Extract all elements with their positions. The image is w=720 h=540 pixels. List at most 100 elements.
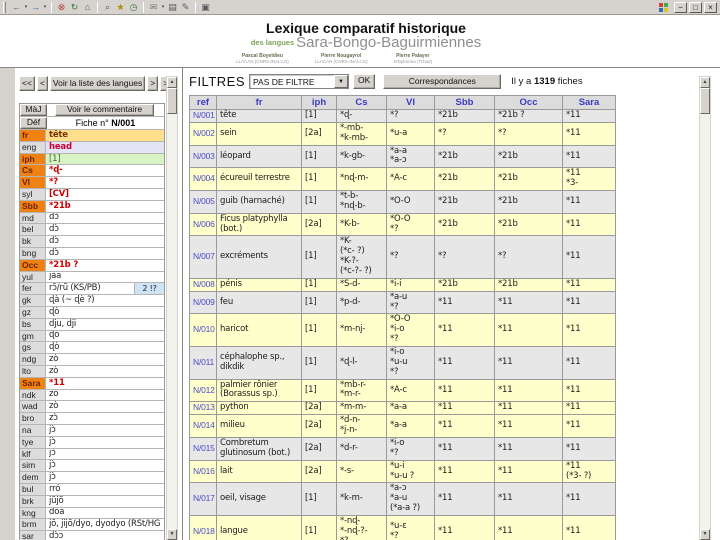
- sidebar-row: gk ɖà (~ ɖè ?): [20, 295, 164, 307]
- cell-fr: excréments: [216, 235, 302, 279]
- sidebar-row: sar dɔ̀ɔ: [20, 531, 164, 540]
- cell-vl: *i-o *u-u *?: [386, 346, 435, 380]
- ref-link[interactable]: N/009: [189, 290, 217, 315]
- ref-link[interactable]: N/013: [189, 401, 217, 416]
- toolbar-separator: [143, 1, 144, 13]
- scroll-down-button[interactable]: ▼: [700, 529, 710, 540]
- print-icon[interactable]: ▤: [166, 1, 179, 13]
- column-header-Vl[interactable]: Vl: [386, 95, 435, 110]
- language-code-label: yul: [20, 271, 46, 283]
- cell-sara: *11: [562, 482, 616, 516]
- language-code-label: wad: [20, 401, 46, 413]
- ref-link[interactable]: N/008: [189, 277, 217, 292]
- ref-link[interactable]: N/005: [189, 190, 217, 214]
- ref-link[interactable]: N/015: [189, 436, 217, 461]
- sidebar-scrollbar[interactable]: ▲ ▼: [166, 76, 178, 540]
- page-subtitle: des langues Sara-Bongo-Baguirmiennes: [12, 34, 720, 51]
- cell-cs: *S-d-: [336, 277, 387, 292]
- sidebar-row: syl [CV]: [20, 188, 164, 201]
- cell-sara: *11: [562, 290, 616, 315]
- toolbar-grip[interactable]: [3, 1, 6, 13]
- ref-link[interactable]: N/018: [189, 514, 217, 540]
- ref-link[interactable]: N/012: [189, 378, 217, 403]
- scroll-down-button[interactable]: ▼: [167, 529, 177, 540]
- cell-sara: *11: [562, 414, 616, 438]
- cell-occ: *21b: [494, 167, 563, 192]
- table-row: N/007 excréments [1] *K- (*c- ?) *K-?- (*c-…: [189, 235, 616, 279]
- ref-link[interactable]: N/002: [189, 121, 217, 146]
- correspondances-button[interactable]: Correspondances: [383, 74, 502, 89]
- forward-dropdown-icon[interactable]: ▾: [42, 4, 48, 10]
- home-icon[interactable]: ⌂: [81, 1, 94, 13]
- favorites-icon[interactable]: ★: [114, 1, 127, 13]
- language-value: zò: [46, 401, 164, 413]
- ref-link[interactable]: N/006: [189, 212, 217, 237]
- edit-icon[interactable]: ✎: [179, 1, 192, 13]
- column-header-Occ[interactable]: Occ: [494, 95, 563, 110]
- forward-icon[interactable]: →: [29, 1, 42, 13]
- record-id-row: Déf Fiche n° N/001: [20, 117, 164, 130]
- language-value-text: jō, jijō/dyo, dyodyo (RSt/HG): [49, 519, 161, 530]
- column-header-Sbb[interactable]: Sbb: [434, 95, 495, 110]
- language-value: dɔ̀: [46, 212, 164, 224]
- ref-link[interactable]: N/017: [189, 482, 217, 516]
- language-code-label: brm: [20, 519, 46, 531]
- language-value-text: zò: [49, 389, 59, 400]
- column-header-Sara[interactable]: Sara: [562, 95, 616, 110]
- minimize-button[interactable]: −: [674, 1, 687, 13]
- discuss-icon[interactable]: ▣: [199, 1, 212, 13]
- definition-button[interactable]: Déf: [20, 117, 47, 129]
- first-record-button[interactable]: <<: [19, 76, 35, 91]
- sidebar-row: md dɔ̀: [20, 212, 164, 225]
- ref-link[interactable]: N/004: [189, 167, 217, 192]
- column-header-fr[interactable]: fr: [216, 95, 302, 110]
- cell-sara: *11: [562, 346, 616, 380]
- language-list-button[interactable]: Voir la liste des langues: [49, 76, 146, 91]
- column-header-Cs[interactable]: Cs: [336, 95, 387, 110]
- language-value-text: dɔ̀: [49, 247, 59, 258]
- comment-button[interactable]: Voir le commentaire: [55, 104, 154, 116]
- scroll-track[interactable]: [167, 88, 177, 529]
- ref-link[interactable]: N/011: [189, 346, 217, 380]
- count-prefix: Il y a: [511, 76, 534, 87]
- ok-button[interactable]: OK: [353, 74, 376, 89]
- ref-link[interactable]: N/003: [189, 144, 217, 169]
- scroll-thumb[interactable]: [700, 88, 710, 114]
- back-icon[interactable]: ←: [10, 1, 23, 13]
- language-value-text: ɖò: [49, 330, 60, 341]
- language-code-label: md: [20, 212, 46, 224]
- note-badge[interactable]: 2 !?: [134, 283, 164, 295]
- mail-icon[interactable]: ✉: [147, 1, 160, 13]
- chevron-down-icon[interactable]: ▼: [334, 75, 348, 88]
- cell-fr: oeil, visage: [216, 482, 302, 516]
- close-button[interactable]: ×: [704, 1, 717, 13]
- ref-link[interactable]: N/010: [189, 313, 217, 348]
- refresh-icon[interactable]: ↻: [68, 1, 81, 13]
- ref-link[interactable]: N/014: [189, 414, 217, 438]
- column-header-iph[interactable]: iph: [301, 95, 337, 110]
- filter-select[interactable]: PAS DE FILTRE ▼: [249, 74, 349, 89]
- maximize-button[interactable]: □: [689, 1, 702, 13]
- table-row: N/014 milieu [2a] *d-n- *j-n- *a-a *11 *11 *11: [189, 414, 616, 438]
- update-button[interactable]: MàJ: [20, 104, 47, 116]
- ref-link[interactable]: N/007: [189, 235, 217, 279]
- main-scrollbar[interactable]: ▲ ▼: [699, 76, 711, 540]
- language-value-text: dòà: [49, 507, 65, 518]
- language-value-text: dɔ̀ɔ: [49, 531, 64, 540]
- language-code-label: tye: [20, 436, 46, 448]
- scroll-up-button[interactable]: ▲: [700, 77, 710, 88]
- scroll-up-button[interactable]: ▲: [167, 77, 177, 88]
- history-icon[interactable]: ◷: [127, 1, 140, 13]
- search-icon[interactable]: ⌕: [101, 1, 114, 13]
- cell-vl: *a-ɔ *a-u (*a-a ?): [386, 482, 435, 516]
- table-row: N/001 tête [1] *ɖ- *? *21b *21b ? *11: [189, 109, 616, 123]
- cell-sara: *11 *3-: [562, 167, 616, 192]
- ref-link[interactable]: N/001: [189, 109, 217, 123]
- ref-link[interactable]: N/016: [189, 459, 217, 484]
- stop-icon[interactable]: ⊗: [55, 1, 68, 13]
- scroll-thumb[interactable]: [167, 88, 177, 114]
- scroll-track[interactable]: [700, 88, 710, 529]
- prev-record-button[interactable]: <: [36, 76, 48, 91]
- next-record-button[interactable]: >: [147, 76, 159, 91]
- column-header-ref[interactable]: ref: [189, 95, 217, 110]
